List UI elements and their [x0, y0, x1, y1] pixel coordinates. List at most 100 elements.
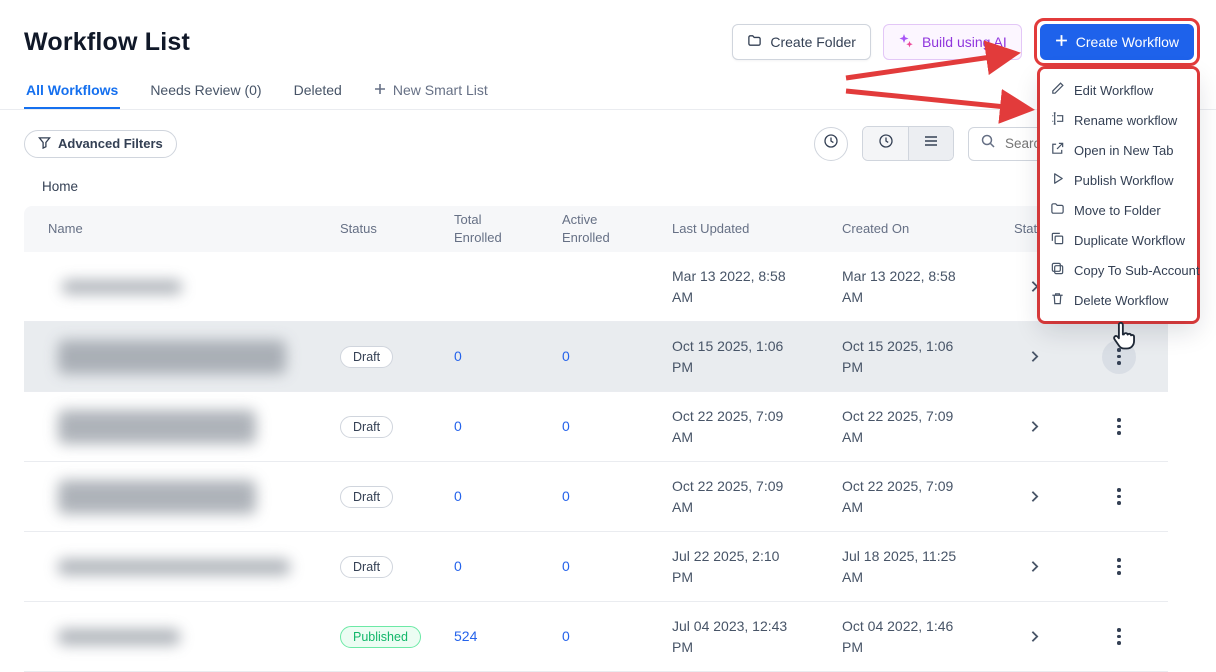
copy-icon	[1050, 261, 1065, 279]
blurred-name	[58, 559, 290, 575]
workflow-context-menu: Edit Workflow Rename workflow Open in Ne…	[1040, 69, 1197, 321]
total-enrolled-link[interactable]: 0	[454, 558, 462, 574]
row-actions-kebab[interactable]	[1102, 410, 1136, 444]
status-badge: Draft	[340, 346, 393, 368]
col-last-updated: Last Updated	[672, 220, 842, 238]
menu-item-edit-workflow[interactable]: Edit Workflow	[1040, 75, 1197, 105]
row-actions-kebab[interactable]	[1102, 340, 1136, 374]
build-using-ai-button[interactable]: Build using AI	[883, 24, 1022, 60]
plus-icon	[374, 82, 386, 98]
sparkles-icon	[898, 33, 914, 52]
active-enrolled-link[interactable]: 0	[562, 558, 570, 574]
chevron-right-icon[interactable]	[1026, 348, 1043, 365]
chevron-right-icon[interactable]	[1026, 558, 1043, 575]
filter-funnel-icon	[38, 136, 51, 152]
last-updated: Mar 13 2022, 8:58 AM	[672, 266, 842, 307]
trash-icon	[1050, 291, 1065, 309]
header-actions: Create Folder Build using AI Create Work…	[732, 18, 1200, 66]
blurred-name	[58, 340, 286, 374]
recent-view-button[interactable]	[863, 127, 908, 160]
duplicate-icon	[1050, 231, 1065, 249]
workflow-table: Name Status Total Enrolled Active Enroll…	[24, 206, 1168, 672]
blurred-name	[58, 629, 180, 645]
chevron-right-icon[interactable]	[1026, 488, 1043, 505]
search-icon	[981, 134, 995, 153]
last-updated: Jul 22 2025, 2:10 PM	[672, 546, 842, 587]
row-actions-kebab[interactable]	[1102, 550, 1136, 584]
created-on: Oct 04 2022, 1:46 PM	[842, 616, 1014, 657]
table-row[interactable]: Draft 0 0 Oct 22 2025, 7:09 AM Oct 22 20…	[24, 392, 1168, 462]
col-created-on: Created On	[842, 220, 1014, 238]
clock-icon	[878, 133, 894, 154]
col-total-enrolled: Total Enrolled	[454, 211, 562, 246]
table-header: Name Status Total Enrolled Active Enroll…	[24, 206, 1168, 252]
external-link-icon	[1050, 141, 1065, 159]
tab-bar: All Workflows Needs Review (0) Deleted N…	[0, 74, 1216, 110]
table-row[interactable]: Draft 0 0 Oct 15 2025, 1:06 PM Oct 15 20…	[24, 322, 1168, 392]
active-enrolled-link[interactable]: 0	[562, 418, 570, 434]
table-row[interactable]: Mar 13 2022, 8:58 AM Mar 13 2022, 8:58 A…	[24, 252, 1168, 322]
col-name: Name	[24, 220, 340, 238]
advanced-filters-button[interactable]: Advanced Filters	[24, 130, 177, 158]
menu-item-move-to-folder[interactable]: Move to Folder	[1040, 195, 1197, 225]
history-button[interactable]	[814, 127, 848, 161]
menu-item-delete-workflow[interactable]: Delete Workflow	[1040, 285, 1197, 315]
tab-needs-review[interactable]: Needs Review (0)	[148, 74, 263, 109]
rename-icon	[1050, 111, 1065, 129]
page-title: Workflow List	[24, 28, 190, 57]
last-updated: Oct 15 2025, 1:06 PM	[672, 336, 842, 377]
folder-icon	[1050, 201, 1065, 219]
total-enrolled-link[interactable]: 0	[454, 348, 462, 364]
created-on: Oct 15 2025, 1:06 PM	[842, 336, 1014, 377]
chevron-right-icon[interactable]	[1026, 418, 1043, 435]
menu-item-rename-workflow[interactable]: Rename workflow	[1040, 105, 1197, 135]
table-row[interactable]: Draft 0 0 Jul 22 2025, 2:10 PM Jul 18 20…	[24, 532, 1168, 602]
total-enrolled-link[interactable]: 0	[454, 418, 462, 434]
tab-new-smart-list[interactable]: New Smart List	[372, 74, 490, 109]
row-actions-kebab[interactable]	[1102, 620, 1136, 654]
top-bar: Workflow List Create Folder Build using …	[0, 0, 1216, 74]
table-row[interactable]: Published 524 0 Jul 04 2023, 12:43 PM Oc…	[24, 602, 1168, 672]
total-enrolled-link[interactable]: 524	[454, 628, 477, 644]
list-view-button[interactable]	[908, 127, 953, 160]
blurred-name	[58, 480, 256, 514]
menu-item-copy-to-sub-account[interactable]: Copy To Sub-Account	[1040, 255, 1197, 285]
col-status: Status	[340, 220, 454, 238]
status-badge: Draft	[340, 486, 393, 508]
history-clock-icon	[823, 133, 839, 154]
last-updated: Jul 04 2023, 12:43 PM	[672, 616, 842, 657]
breadcrumb: Home	[0, 171, 1216, 206]
menu-item-publish-workflow[interactable]: Publish Workflow	[1040, 165, 1197, 195]
create-workflow-button[interactable]: Create Workflow	[1040, 24, 1194, 60]
active-enrolled-link[interactable]: 0	[562, 628, 570, 644]
toolbar: Advanced Filters	[0, 110, 1216, 171]
last-updated: Oct 22 2025, 7:09 AM	[672, 476, 842, 517]
menu-item-open-new-tab[interactable]: Open in New Tab	[1040, 135, 1197, 165]
plus-icon	[1055, 34, 1068, 50]
status-badge: Draft	[340, 416, 393, 438]
row-actions-kebab[interactable]	[1102, 480, 1136, 514]
table-row[interactable]: Draft 0 0 Oct 22 2025, 7:09 AM Oct 22 20…	[24, 462, 1168, 532]
list-icon	[923, 133, 939, 154]
created-on: Oct 22 2025, 7:09 AM	[842, 406, 1014, 447]
folder-icon	[747, 33, 762, 51]
annotation-box-context-menu: Edit Workflow Rename workflow Open in Ne…	[1037, 66, 1200, 324]
active-enrolled-link[interactable]: 0	[562, 488, 570, 504]
pencil-icon	[1050, 81, 1065, 99]
status-badge: Draft	[340, 556, 393, 578]
tab-all-workflows[interactable]: All Workflows	[24, 74, 120, 109]
created-on: Mar 13 2022, 8:58 AM	[842, 266, 1014, 307]
status-badge: Published	[340, 626, 421, 648]
tab-deleted[interactable]: Deleted	[292, 74, 344, 109]
menu-item-duplicate-workflow[interactable]: Duplicate Workflow	[1040, 225, 1197, 255]
active-enrolled-link[interactable]: 0	[562, 348, 570, 364]
last-updated: Oct 22 2025, 7:09 AM	[672, 406, 842, 447]
blurred-name	[62, 280, 182, 294]
view-toggle	[862, 126, 954, 161]
chevron-right-icon[interactable]	[1026, 628, 1043, 645]
created-on: Jul 18 2025, 11:25 AM	[842, 546, 1014, 587]
total-enrolled-link[interactable]: 0	[454, 488, 462, 504]
create-folder-button[interactable]: Create Folder	[732, 24, 871, 60]
annotation-box-create-workflow: Create Workflow	[1034, 18, 1200, 66]
col-active-enrolled: Active Enrolled	[562, 211, 672, 246]
